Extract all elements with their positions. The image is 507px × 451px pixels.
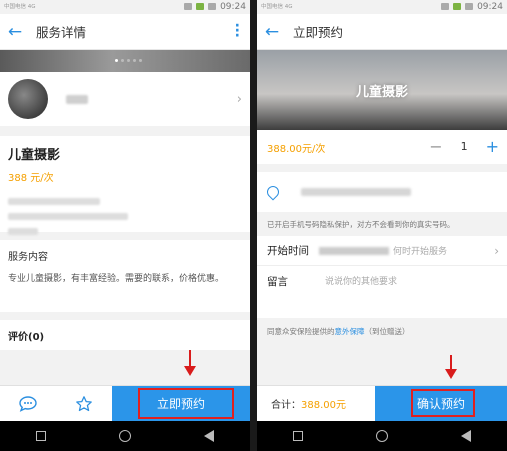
blurred-info	[8, 228, 38, 235]
provider-name-blurred	[66, 94, 88, 104]
carousel-dot	[133, 59, 136, 62]
star-icon	[76, 395, 92, 411]
avatar	[8, 79, 48, 119]
banner-title: 儿童摄影	[355, 84, 408, 100]
back-arrow-icon[interactable]: ←	[257, 22, 287, 42]
page-title: 服务详情	[36, 25, 87, 40]
status-icons	[441, 3, 473, 10]
price-row: 388.00元/次 − 1 +	[257, 130, 507, 164]
more-menu-icon[interactable]: · · ·	[235, 19, 240, 43]
total-label: 合计：	[271, 400, 301, 411]
back-triangle-icon[interactable]	[203, 430, 214, 442]
chat-button[interactable]	[0, 386, 56, 421]
battery-icon	[465, 3, 473, 10]
home-icon[interactable]	[375, 430, 388, 442]
minus-button[interactable]: −	[429, 137, 442, 156]
header: ← 立即预约	[257, 14, 507, 50]
service-summary: 儿童摄影 388 元/次	[0, 136, 250, 235]
back-arrow-icon[interactable]: ←	[0, 22, 30, 42]
carousel-dot	[127, 59, 130, 62]
description-text: 专业儿童摄影，有丰富经验。需要的联系，价格优惠。	[8, 274, 225, 284]
message-label: 留言	[267, 276, 288, 288]
annotation-arrow	[184, 350, 196, 376]
service-detail-screen: 中国电信 4G 09:24 ← 服务详情 · · · › 儿童摄影 388 元/次	[0, 0, 250, 451]
home-icon[interactable]	[118, 430, 131, 442]
recent-apps-icon[interactable]	[36, 431, 47, 441]
chat-icon	[19, 395, 37, 412]
chevron-right-icon: ›	[494, 243, 499, 258]
header: ← 服务详情 · · ·	[0, 14, 250, 50]
unit-price: 388.00元/次	[267, 143, 326, 155]
carousel-dot	[115, 59, 118, 62]
checkout-bar: 合计： 388.00元 确认预约	[257, 385, 507, 421]
start-time-label: 开始时间	[267, 245, 309, 257]
total-amount: 388.00元	[301, 400, 346, 411]
booking-screen: 中国电信 4G 09:24 ← 立即预约 儿童摄影 388.00元/次 − 1 …	[257, 0, 507, 451]
signal-icon	[196, 3, 204, 10]
annotation-arrow	[445, 355, 457, 379]
address-row[interactable]	[257, 172, 507, 212]
address-blurred	[301, 188, 411, 196]
start-time-row[interactable]: 开始时间 何时开始服务 ›	[257, 236, 507, 266]
wifi-icon	[184, 3, 192, 10]
chevron-right-icon: ›	[236, 91, 242, 107]
recent-apps-icon[interactable]	[293, 431, 304, 441]
status-bar: 中国电信 4G 09:24	[0, 0, 250, 14]
book-now-button[interactable]: 立即预约	[112, 386, 250, 421]
privacy-note: 已开启手机号码隐私保护，对方不会看到你的真实号码。	[267, 220, 455, 229]
quantity-stepper: − 1 +	[429, 137, 499, 156]
service-name: 儿童摄影	[8, 148, 61, 163]
blurred-info	[8, 198, 100, 205]
highlight-box	[138, 388, 234, 419]
carrier-label: 中国电信 4G	[4, 3, 36, 10]
blurred-info	[319, 246, 389, 255]
battery-icon	[208, 3, 216, 10]
total-summary: 合计： 388.00元	[257, 386, 375, 421]
carousel-dots	[115, 59, 142, 62]
android-nav-bar	[257, 421, 507, 451]
service-description: 服务内容 专业儿童摄影，有丰富经验。需要的联系，价格优惠。	[0, 240, 250, 312]
wifi-icon	[441, 3, 449, 10]
insurance-suffix: （到位赠送）	[364, 327, 410, 336]
location-pin-icon	[264, 183, 282, 201]
status-bar: 中国电信 4G 09:24	[257, 0, 507, 14]
favorite-button[interactable]	[56, 386, 112, 421]
clock: 09:24	[220, 2, 246, 12]
plus-button[interactable]: +	[486, 137, 499, 156]
carousel-dot	[121, 59, 124, 62]
highlight-box	[411, 389, 475, 417]
reviews-section[interactable]: 评价(0)	[0, 320, 250, 350]
quantity-value: 1	[460, 140, 468, 153]
description-title: 服务内容	[8, 252, 48, 263]
service-banner: 儿童摄影	[257, 50, 507, 130]
status-icons	[184, 3, 216, 10]
start-time-hint: 何时开始服务	[393, 247, 448, 257]
insurance-note: 同意众安保险提供的意外保障（到位赠送）	[257, 318, 507, 345]
back-triangle-icon[interactable]	[460, 430, 471, 442]
message-input[interactable]: 说说你的其他要求	[325, 274, 397, 310]
carrier-label: 中国电信 4G	[261, 3, 293, 10]
carousel-dot	[139, 59, 142, 62]
confirm-booking-button[interactable]: 确认预约	[375, 386, 507, 421]
page-title: 立即预约	[293, 25, 344, 40]
insurance-prefix: 同意众安保险提供的	[267, 327, 335, 336]
clock: 09:24	[477, 2, 503, 12]
bottom-action-bar: 立即预约	[0, 385, 250, 421]
blurred-info	[8, 213, 128, 220]
insurance-link[interactable]: 意外保障	[335, 327, 365, 336]
service-price: 388 元/次	[8, 173, 54, 184]
message-row: 留言 说说你的其他要求	[257, 266, 507, 318]
signal-icon	[453, 3, 461, 10]
photo-carousel[interactable]	[0, 50, 250, 72]
android-nav-bar	[0, 421, 250, 451]
provider-row[interactable]: ›	[0, 72, 250, 126]
